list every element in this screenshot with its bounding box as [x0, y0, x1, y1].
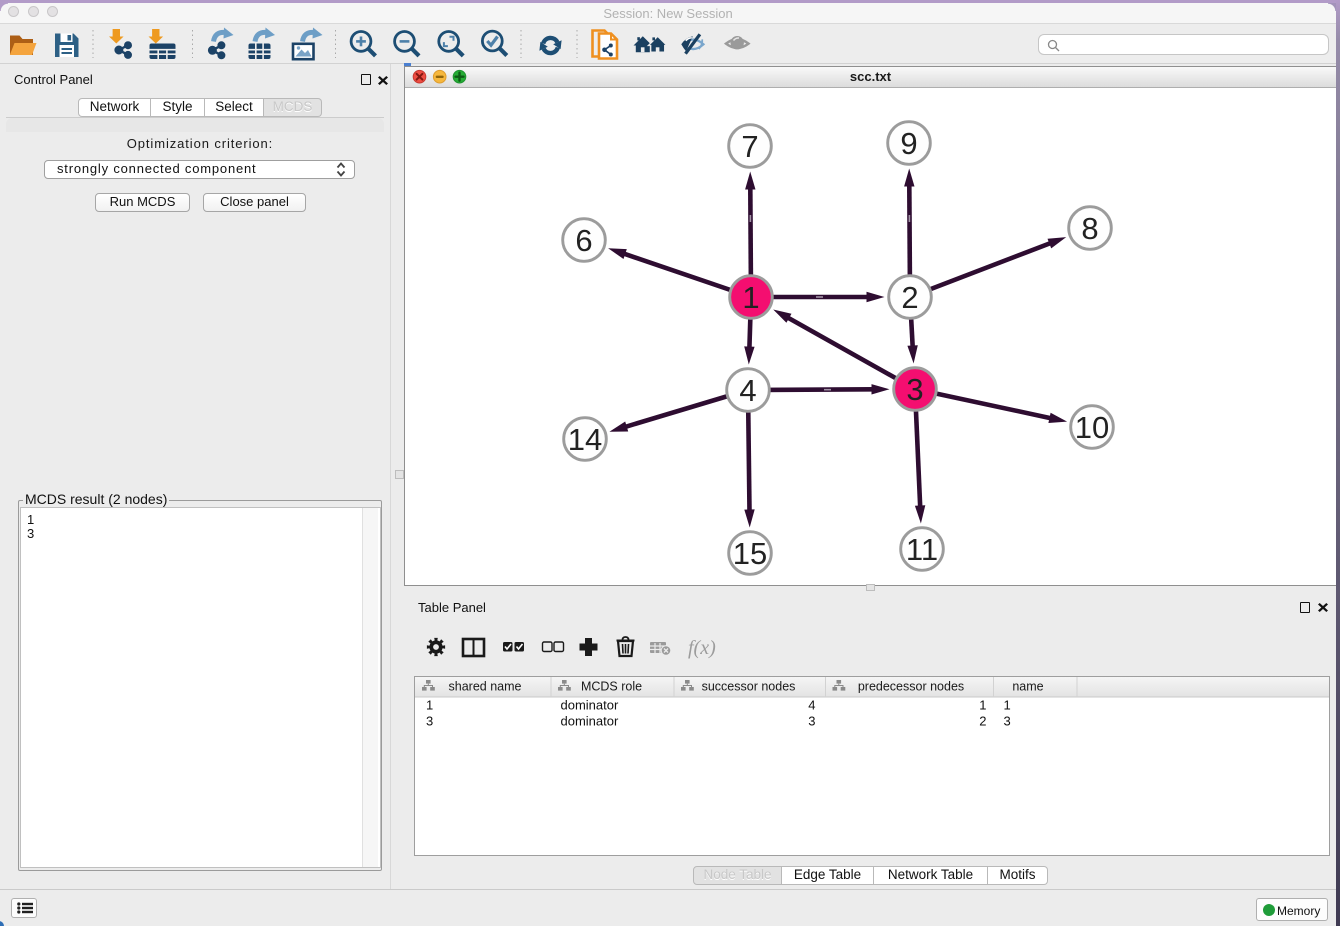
- svg-text:14: 14: [568, 422, 602, 457]
- svg-text:9: 9: [900, 126, 917, 161]
- svg-text:4: 4: [739, 373, 756, 408]
- svg-text:3: 3: [906, 372, 923, 407]
- svg-text:3: 3: [1004, 714, 1011, 729]
- svg-text:1: 1: [1004, 698, 1011, 713]
- svg-text:8: 8: [1081, 211, 1098, 246]
- svg-text:3: 3: [808, 714, 815, 729]
- svg-text:10: 10: [1075, 410, 1109, 445]
- svg-text:7: 7: [741, 129, 758, 164]
- svg-text:2: 2: [979, 714, 986, 729]
- svg-text:6: 6: [575, 223, 592, 258]
- svg-text:f(x): f(x): [688, 637, 716, 659]
- svg-text:2: 2: [901, 280, 918, 315]
- svg-text:successor nodes: successor nodes: [702, 680, 796, 694]
- svg-text:3: 3: [426, 714, 433, 729]
- svg-text:predecessor nodes: predecessor nodes: [858, 680, 964, 694]
- svg-text:name: name: [1012, 680, 1043, 694]
- svg-text:15: 15: [733, 536, 767, 571]
- svg-text:dominator: dominator: [561, 714, 619, 729]
- svg-text:1: 1: [742, 280, 759, 315]
- svg-text:1: 1: [979, 698, 986, 713]
- svg-text:shared name: shared name: [449, 680, 522, 694]
- svg-text:MCDS role: MCDS role: [581, 680, 642, 694]
- svg-text:11: 11: [906, 532, 938, 567]
- svg-text:4: 4: [808, 698, 815, 713]
- svg-text:1: 1: [426, 698, 433, 713]
- svg-text:dominator: dominator: [561, 698, 619, 713]
